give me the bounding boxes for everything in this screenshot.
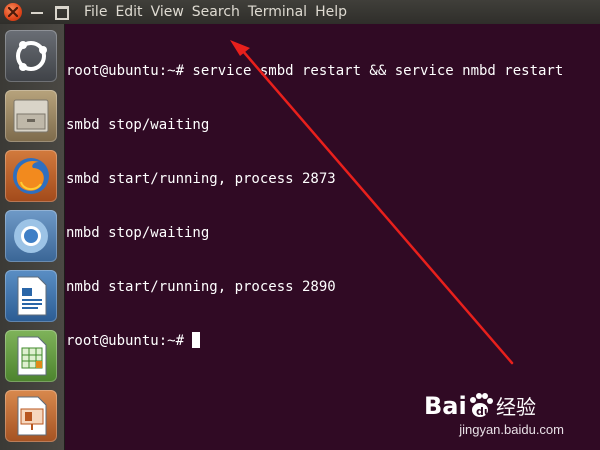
watermark-url: jingyan.baidu.com [459,422,564,437]
libreoffice-impress-icon [17,396,47,436]
chromium-icon [14,219,48,253]
launcher-impress[interactable] [5,390,57,442]
terminal-line: nmbd start/running, process 2890 [66,279,336,295]
launcher-calc[interactable] [5,330,57,382]
close-icon [8,7,18,17]
menu-search[interactable]: Search [192,2,248,22]
firefox-icon [13,158,49,194]
menu-view[interactable]: View [151,2,192,22]
menu-help[interactable]: Help [315,2,355,22]
file-manager-icon [13,99,49,133]
svg-text:Bai: Bai [424,392,467,420]
libreoffice-calc-icon [17,336,47,376]
menu-file[interactable]: File [84,2,115,22]
launcher-writer[interactable] [5,270,57,322]
svg-text:经验: 经验 [496,395,536,419]
menu-edit[interactable]: Edit [115,2,150,22]
close-window-button[interactable] [4,3,22,21]
menu-terminal[interactable]: Terminal [248,2,315,22]
terminal-cursor [192,332,201,348]
terminal-line: smbd stop/waiting [66,117,210,133]
launcher-firefox[interactable] [5,150,57,202]
minimize-window-button[interactable] [28,3,46,21]
launcher-dash[interactable] [5,30,57,82]
launcher-files[interactable] [5,90,57,142]
terminal-prompt: root@ubuntu:~# [66,333,193,349]
unity-launcher [0,24,65,450]
menu-bar: File Edit View Search Terminal Help [84,2,355,22]
title-menu-bar: File Edit View Search Terminal Help [0,0,600,24]
terminal-prompt-line: root@ubuntu:~# [66,332,600,350]
terminal-line: root@ubuntu:~# service smbd restart && s… [66,63,564,79]
terminal-line: nmbd stop/waiting [66,225,210,241]
maximize-window-button[interactable] [52,3,70,21]
launcher-chromium[interactable] [5,210,57,262]
baidu-paw-logo-icon: Bai du 经验 [424,392,536,420]
libreoffice-writer-icon [17,276,47,316]
svg-text:du: du [476,405,492,418]
ubuntu-dash-icon [16,41,47,71]
terminal-line: smbd start/running, process 2873 [66,171,336,187]
baidu-watermark: Bai du 经验 jingyan.baidu.com [424,384,564,444]
